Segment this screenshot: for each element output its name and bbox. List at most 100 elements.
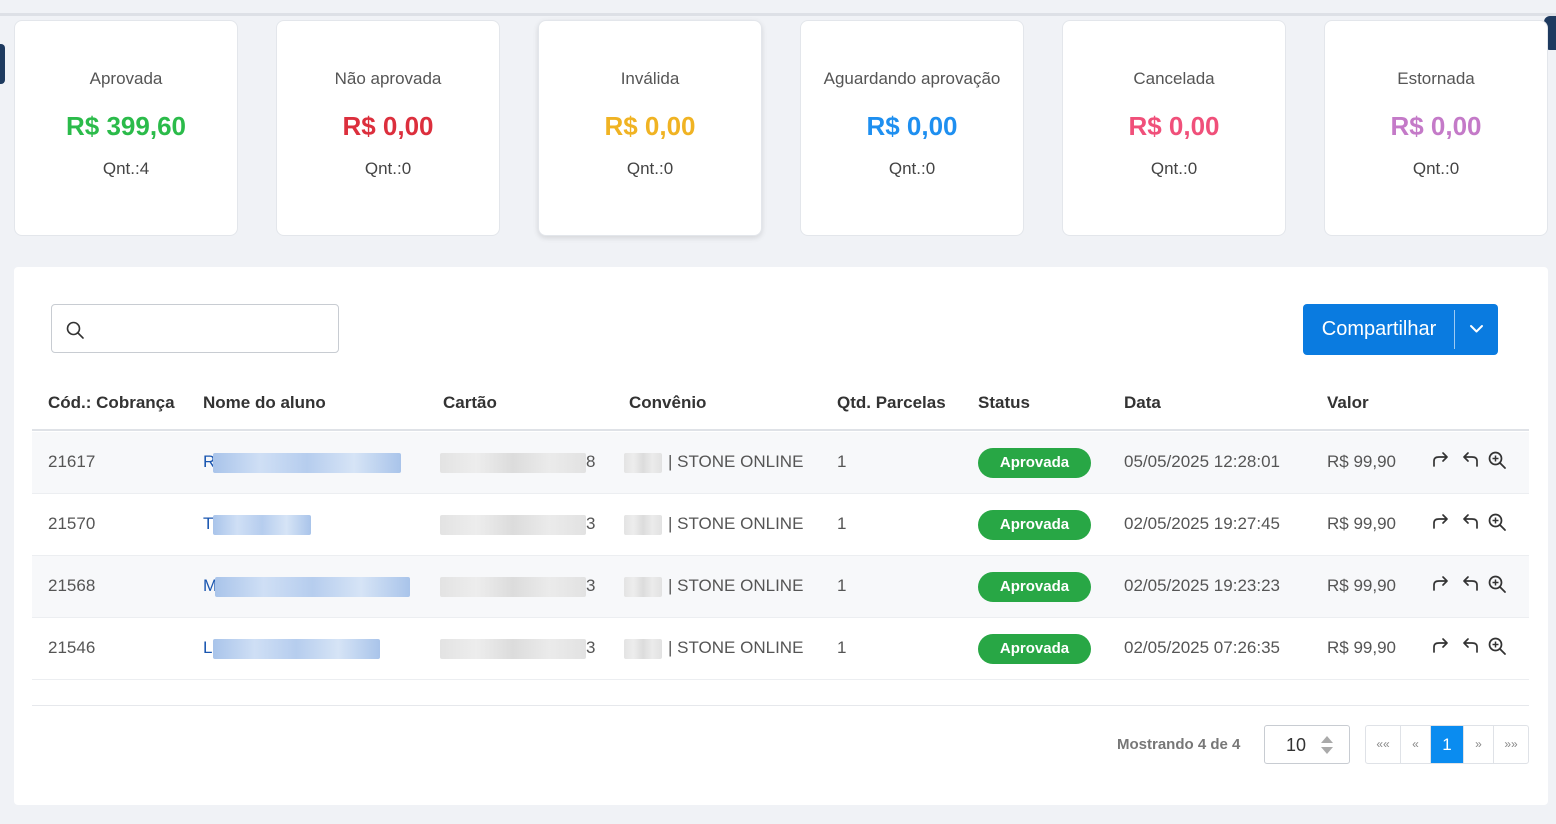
card-label: Aguardando aprovação [823, 69, 1001, 88]
summary-cards: Aprovada R$ 399,60 Qnt.:4 Não aprovada R… [14, 20, 1548, 236]
column-header-card[interactable]: Cartão [443, 393, 497, 413]
undo-icon[interactable] [1460, 512, 1480, 532]
last-page-button[interactable]: »» [1494, 726, 1528, 763]
card-label: Não aprovada [334, 69, 442, 88]
installments: 1 [837, 452, 847, 471]
charge-code: 21570 [48, 514, 96, 533]
table-row[interactable]: 21617 R 8 | STONE ONLINE 1 Aprovada 05/0… [32, 432, 1529, 494]
status-badge: Aprovada [978, 634, 1091, 664]
zoom-in-icon[interactable] [1487, 512, 1507, 532]
card-amount: R$ 0,00 [1128, 111, 1220, 141]
redacted-agreement [624, 453, 662, 473]
zoom-in-icon[interactable] [1487, 636, 1507, 656]
charge-code: 21546 [48, 638, 96, 657]
charge-date: 02/05/2025 19:23:23 [1124, 576, 1280, 595]
installments: 1 [837, 638, 847, 657]
charge-value: R$ 99,90 [1327, 452, 1396, 471]
agreement-name: | STONE ONLINE [668, 638, 804, 657]
card-count: Qnt.:4 [102, 159, 150, 178]
agreement-name: | STONE ONLINE [668, 452, 804, 471]
agreement-name: | STONE ONLINE [668, 576, 804, 595]
share-forward-icon[interactable] [1431, 574, 1451, 594]
charge-code: 21568 [48, 576, 96, 595]
card-count: Qnt.:0 [1150, 159, 1198, 178]
status-badge: Aprovada [978, 572, 1091, 602]
sidebar-toggle-tab[interactable] [0, 44, 5, 84]
undo-icon[interactable] [1460, 450, 1480, 470]
zoom-in-icon[interactable] [1487, 450, 1507, 470]
share-button[interactable]: Compartilhar [1303, 304, 1455, 355]
search-icon [66, 321, 84, 339]
share-forward-icon[interactable] [1431, 512, 1451, 532]
redacted-name [213, 639, 380, 659]
zoom-in-icon[interactable] [1487, 574, 1507, 594]
column-header-date[interactable]: Data [1124, 393, 1161, 413]
spinner-arrows-icon[interactable] [1320, 735, 1334, 755]
card-last-digit: 3 [586, 514, 596, 533]
table-header: Cód.: Cobrança Nome do aluno Cartão Conv… [32, 379, 1529, 431]
column-header-value[interactable]: Valor [1327, 393, 1369, 413]
share-forward-icon[interactable] [1431, 450, 1451, 470]
search-input[interactable] [51, 304, 339, 353]
redacted-name [213, 515, 311, 535]
card-aguardando-aprovacao[interactable]: Aguardando aprovação R$ 0,00 Qnt.:0 [800, 20, 1024, 236]
card-count: Qnt.:0 [364, 159, 412, 178]
card-last-digit: 8 [586, 452, 596, 471]
installments: 1 [837, 576, 847, 595]
table-row[interactable]: 21546 L 3 | STONE ONLINE 1 Aprovada 02/0… [32, 618, 1529, 680]
redacted-agreement [624, 577, 662, 597]
charge-value: R$ 99,90 [1327, 638, 1396, 657]
first-page-button[interactable]: «« [1366, 726, 1401, 763]
table-row[interactable]: 21570 T 3 | STONE ONLINE 1 Aprovada 02/0… [32, 494, 1529, 556]
student-name-link[interactable]: L [203, 638, 212, 658]
card-label: Estornada [1397, 69, 1475, 88]
redacted-agreement [624, 639, 662, 659]
next-page-button[interactable]: » [1464, 726, 1494, 763]
chevron-down-icon [1470, 325, 1483, 333]
charge-date: 02/05/2025 07:26:35 [1124, 638, 1280, 657]
card-amount: R$ 399,60 [66, 111, 186, 141]
charge-value: R$ 99,90 [1327, 576, 1396, 595]
page-1-button[interactable]: 1 [1431, 726, 1464, 763]
column-header-code[interactable]: Cód.: Cobrança [48, 393, 175, 413]
card-cancelada[interactable]: Cancelada R$ 0,00 Qnt.:0 [1062, 20, 1286, 236]
card-aprovada[interactable]: Aprovada R$ 399,60 Qnt.:4 [14, 20, 238, 236]
charge-value: R$ 99,90 [1327, 514, 1396, 533]
card-estornada[interactable]: Estornada R$ 0,00 Qnt.:0 [1324, 20, 1548, 236]
results-count: Mostrando 4 de 4 [1117, 736, 1241, 753]
redacted-name [215, 577, 410, 597]
card-label: Aprovada [89, 69, 163, 88]
prev-page-button[interactable]: « [1401, 726, 1431, 763]
table-footer-divider [32, 705, 1529, 706]
charge-date: 02/05/2025 19:27:45 [1124, 514, 1280, 533]
card-count: Qnt.:0 [888, 159, 936, 178]
redacted-card-number [440, 453, 586, 473]
card-last-digit: 3 [586, 576, 596, 595]
card-count: Qnt.:0 [626, 159, 674, 178]
share-forward-icon[interactable] [1431, 636, 1451, 656]
column-header-installments[interactable]: Qtd. Parcelas [837, 393, 946, 413]
card-label: Inválida [620, 69, 680, 88]
card-invalida[interactable]: Inválida R$ 0,00 Qnt.:0 [538, 20, 762, 236]
redacted-card-number [440, 577, 586, 597]
share-button-group: Compartilhar [1303, 304, 1498, 355]
column-header-status[interactable]: Status [978, 393, 1030, 413]
page-size-select[interactable]: 10 [1264, 725, 1350, 764]
share-dropdown-toggle[interactable] [1455, 304, 1498, 355]
student-name-link[interactable]: T [203, 514, 213, 534]
undo-icon[interactable] [1460, 574, 1480, 594]
table-row[interactable]: 21568 M 3 | STONE ONLINE 1 Aprovada 02/0… [32, 556, 1529, 618]
transactions-panel: Compartilhar Cód.: Cobrança Nome do alun… [14, 267, 1548, 805]
status-badge: Aprovada [978, 510, 1091, 540]
card-amount: R$ 0,00 [1390, 111, 1482, 141]
page-size-value: 10 [1286, 735, 1307, 755]
card-label: Cancelada [1133, 69, 1215, 88]
charge-date: 05/05/2025 12:28:01 [1124, 452, 1280, 471]
undo-icon[interactable] [1460, 636, 1480, 656]
redacted-card-number [440, 639, 586, 659]
column-header-student-name[interactable]: Nome do aluno [203, 393, 326, 413]
card-nao-aprovada[interactable]: Não aprovada R$ 0,00 Qnt.:0 [276, 20, 500, 236]
agreement-name: | STONE ONLINE [668, 514, 804, 533]
status-badge: Aprovada [978, 448, 1091, 478]
column-header-agreement[interactable]: Convênio [629, 393, 706, 413]
